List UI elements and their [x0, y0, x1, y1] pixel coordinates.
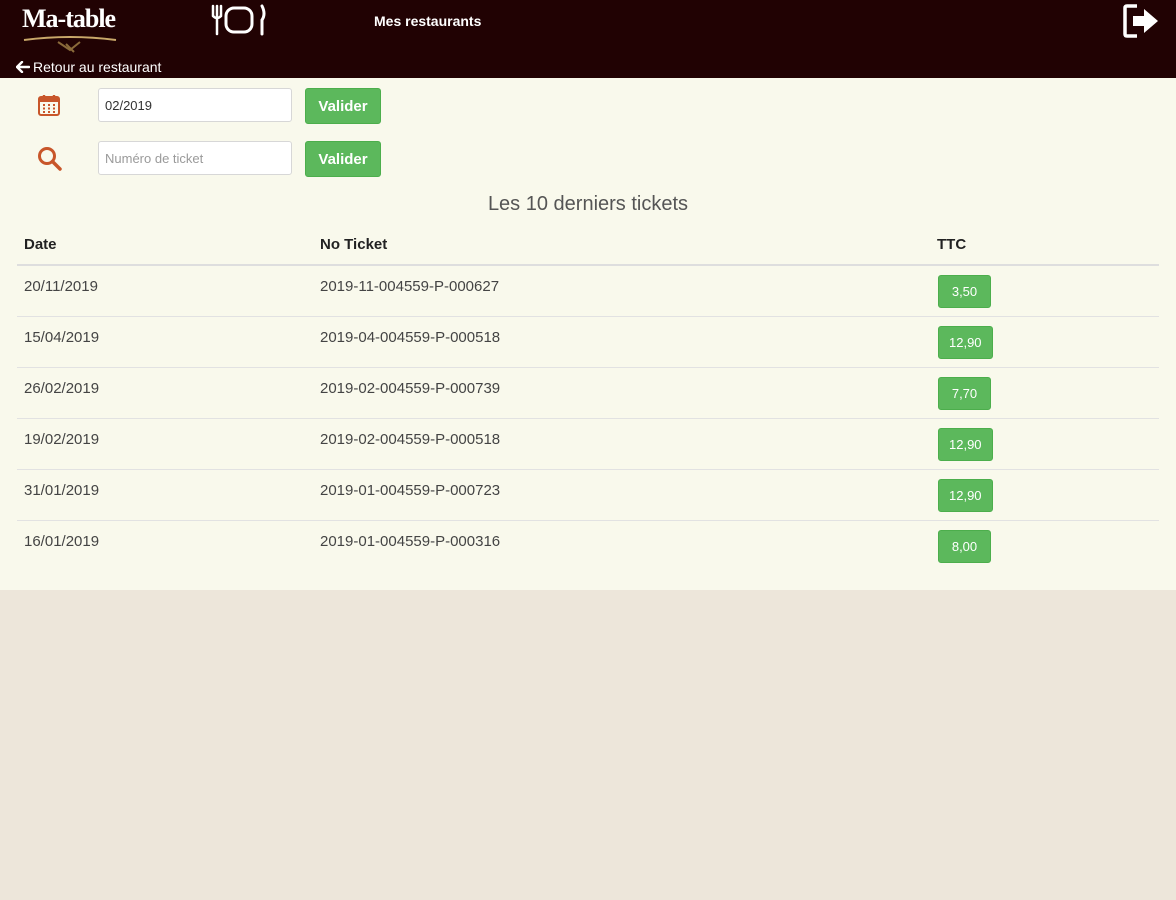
ticket-date: 15/04/2019: [24, 329, 100, 346]
ticket-date: 31/01/2019: [24, 482, 100, 499]
back-label: Retour au restaurant: [33, 59, 162, 75]
ticket-number: 2019-01-004559-P-000723: [320, 482, 501, 499]
ticket-date: 26/02/2019: [24, 380, 100, 397]
ticket-date: 20/11/2019: [24, 278, 98, 295]
logo-text: Ma-table: [22, 4, 116, 33]
month-input[interactable]: [98, 88, 292, 122]
month-filter-row: Valider: [0, 88, 600, 124]
plate-cutlery-icon: [211, 4, 266, 36]
search-icon: [38, 147, 62, 171]
ticket-number: 2019-11-004559-P-000627: [320, 278, 500, 295]
ma-table-logo[interactable]: Ma-table: [22, 4, 122, 53]
table-row: 20/11/2019 2019-11-004559-P-000627 3,50: [17, 266, 1159, 317]
ttc-amount-button[interactable]: 7,70: [938, 377, 991, 410]
tickets-title: Les 10 derniers tickets: [487, 193, 689, 215]
table-row: 26/02/2019 2019-02-004559-P-000739 7,70: [17, 368, 1159, 419]
table-row: 31/01/2019 2019-01-004559-P-000723 12,90: [17, 470, 1159, 521]
ticket-search-row: Valider: [0, 141, 600, 177]
ttc-amount-button[interactable]: 12,90: [938, 479, 993, 512]
calendar-icon: [38, 95, 60, 116]
ticket-number: 2019-04-004559-P-000518: [320, 329, 501, 346]
ttc-amount-button[interactable]: 3,50: [938, 275, 991, 308]
ttc-amount-button[interactable]: 8,00: [938, 530, 991, 563]
back-to-restaurant-link[interactable]: Retour au restaurant: [16, 59, 161, 75]
table-header: Date No Ticket TTC: [17, 228, 1159, 266]
main-content: Valider Valider Les 10 derniers tickets …: [0, 78, 1176, 590]
ttc-amount-button[interactable]: 12,90: [938, 428, 993, 461]
ticket-validate-button[interactable]: Valider: [305, 141, 381, 177]
month-validate-button[interactable]: Valider: [305, 88, 381, 124]
tickets-table: Date No Ticket TTC 20/11/2019 2019-11-00…: [17, 228, 1159, 571]
ticket-number: 2019-01-004559-P-000316: [320, 533, 501, 550]
column-header-ttc: TTC: [937, 236, 967, 253]
sign-out-icon[interactable]: [1122, 3, 1162, 39]
ttc-amount-button[interactable]: 12,90: [938, 326, 993, 359]
ticket-number: 2019-02-004559-P-000739: [320, 380, 501, 397]
nav-link-mes-restaurants[interactable]: Mes restaurants: [374, 13, 481, 29]
column-header-date: Date: [24, 236, 57, 253]
top-navbar: Ma-table Mes restaurants Retour au resta…: [0, 0, 1176, 78]
ticket-number-input[interactable]: [98, 141, 292, 175]
table-row: 19/02/2019 2019-02-004559-P-000518 12,90: [17, 419, 1159, 470]
table-row: 15/04/2019 2019-04-004559-P-000518 12,90: [17, 317, 1159, 368]
logo-swoosh-icon: [23, 36, 117, 53]
arrow-left-icon: [16, 61, 30, 73]
ticket-date: 16/01/2019: [24, 533, 100, 550]
table-row: 16/01/2019 2019-01-004559-P-000316 8,00: [17, 521, 1159, 571]
column-header-ticket: No Ticket: [320, 236, 388, 253]
ticket-date: 19/02/2019: [24, 431, 100, 448]
ticket-number: 2019-02-004559-P-000518: [320, 431, 501, 448]
